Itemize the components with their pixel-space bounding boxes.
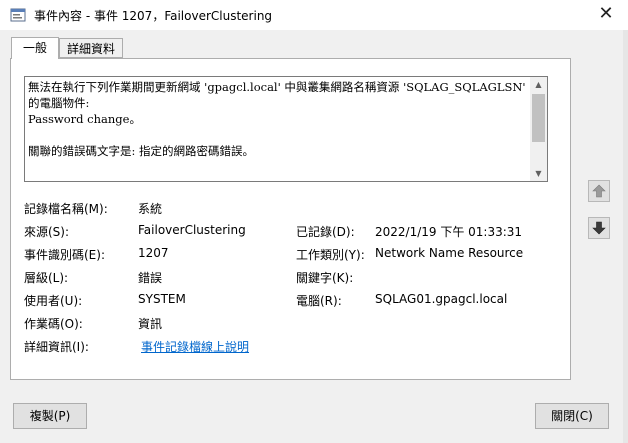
event-id-label: 事件識別碼(E): bbox=[24, 248, 105, 262]
scroll-down-icon[interactable]: ▼ bbox=[530, 166, 547, 181]
window-edge bbox=[623, 30, 628, 443]
logged-label: 已記錄(D): bbox=[296, 225, 355, 239]
next-event-button[interactable] bbox=[588, 217, 610, 239]
log-name-value: 系統 bbox=[138, 202, 163, 216]
arrow-up-icon bbox=[592, 184, 606, 198]
online-help-link[interactable]: 事件記錄檔線上說明 bbox=[141, 338, 249, 355]
tab-general[interactable]: 一般 bbox=[11, 37, 59, 59]
scroll-up-icon[interactable]: ▲ bbox=[530, 77, 547, 92]
task-category-label: 工作類別(Y): bbox=[296, 248, 365, 262]
task-category-value: Network Name Resource bbox=[375, 246, 524, 260]
event-description-text: 無法在執行下列作業期間更新網域 'gpagcl.local' 中與叢集網路名稱資… bbox=[28, 80, 548, 158]
close-button[interactable]: 關閉(C) bbox=[535, 403, 609, 429]
event-viewer-icon bbox=[10, 8, 26, 22]
logged-value: 2022/1/19 下午 01:33:31 bbox=[375, 225, 523, 239]
log-name-label: 記錄檔名稱(M): bbox=[24, 202, 108, 216]
title-bar: 事件內容 - 事件 1207，FailoverClustering ✕ bbox=[0, 0, 628, 30]
level-label: 層級(L): bbox=[24, 271, 69, 285]
computer-label: 電腦(R): bbox=[296, 294, 342, 308]
window-title: 事件內容 - 事件 1207，FailoverClustering bbox=[34, 9, 273, 23]
close-icon: ✕ bbox=[598, 3, 614, 24]
scroll-thumb[interactable] bbox=[532, 94, 545, 142]
keywords-label: 關鍵字(K): bbox=[296, 271, 354, 285]
event-id-value: 1207 bbox=[138, 246, 169, 260]
tab-details[interactable]: 詳細資料 bbox=[59, 38, 123, 58]
user-label: 使用者(U): bbox=[24, 294, 83, 308]
user-value: SYSTEM bbox=[138, 292, 186, 306]
previous-event-button[interactable] bbox=[588, 180, 610, 202]
event-description-box[interactable]: 無法在執行下列作業期間更新網域 'gpagcl.local' 中與叢集網路名稱資… bbox=[24, 76, 548, 182]
level-value: 錯誤 bbox=[138, 271, 163, 285]
source-value: FailoverClustering bbox=[138, 223, 246, 237]
copy-button[interactable]: 複製(P) bbox=[13, 403, 87, 429]
source-label: 來源(S): bbox=[24, 225, 70, 239]
arrow-down-icon bbox=[592, 221, 606, 235]
close-window-button[interactable]: ✕ bbox=[594, 3, 618, 25]
opcode-value: 資訊 bbox=[138, 317, 163, 331]
opcode-label: 作業碼(O): bbox=[24, 317, 83, 331]
computer-value: SQLAG01.gpagcl.local bbox=[375, 292, 508, 306]
more-info-label: 詳細資訊(I): bbox=[24, 340, 89, 354]
description-scrollbar[interactable]: ▲ ▼ bbox=[530, 77, 547, 181]
